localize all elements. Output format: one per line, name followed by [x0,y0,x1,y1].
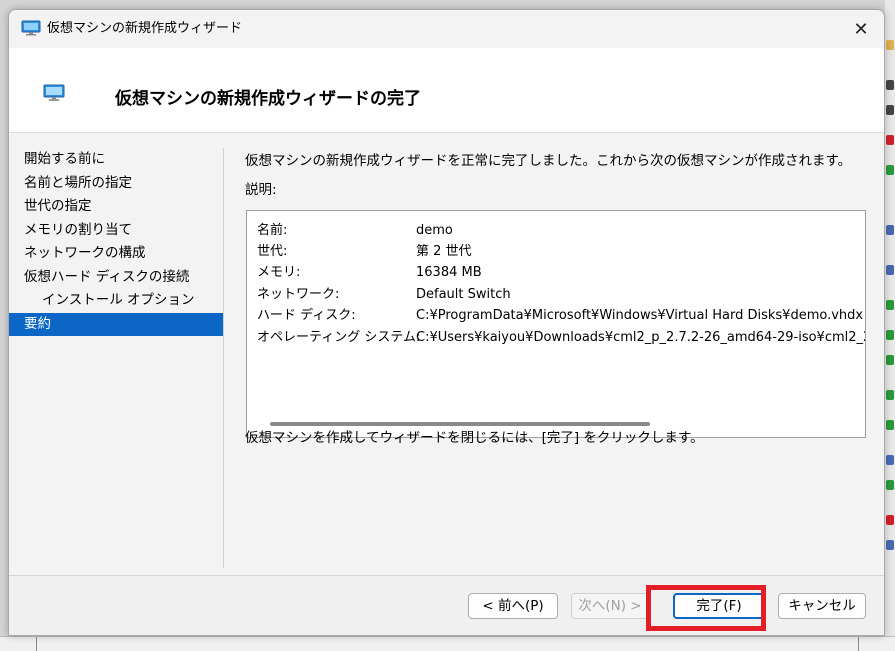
nav-item-generation[interactable]: 世代の指定 [9,195,223,219]
nav-item-networking[interactable]: ネットワークの構成 [9,242,223,266]
nav-divider [223,148,224,568]
summary-key: ネットワーク: [257,287,340,302]
title-bar: 仮想マシンの新規作成ウィザード ✕ [9,10,884,48]
nav-item-memory[interactable]: メモリの割り当て [9,219,223,243]
scrollbar-thumb[interactable] [270,422,650,426]
nav-item-name-location[interactable]: 名前と場所の指定 [9,172,223,196]
summary-value: C:¥Users¥kaiyou¥Downloads¥cml2_p_2.7.2-2… [416,330,866,345]
back-button[interactable]: < 前へ(P) [468,593,558,619]
close-button[interactable]: ✕ [838,10,884,48]
summary-value: Default Switch [416,287,511,302]
virtual-machine-icon [21,20,41,36]
summary-key: メモリ: [257,265,301,280]
wizard-window: 仮想マシンの新規作成ウィザード ✕ 仮想マシンの新規作成ウィザードの完了 開始す… [8,9,885,636]
nav-item-summary[interactable]: 要約 [9,312,223,336]
completion-message: 仮想マシンの新規作成ウィザードを正常に完了しました。これから次の仮想マシンが作成… [245,153,852,169]
window-title: 仮想マシンの新規作成ウィザード [47,21,243,36]
summary-value: 第 2 世代 [416,244,472,259]
page-title: 仮想マシンの新規作成ウィザードの完了 [115,89,421,109]
close-icon: ✕ [853,18,869,40]
desktop-edge [885,0,895,650]
finish-instruction: 仮想マシンを作成してウィザードを閉じるには、[完了] をクリックします。 [245,430,704,446]
summary-value: 16384 MB [416,265,482,280]
wizard-steps-nav: 開始する前に 名前と場所の指定 世代の指定 メモリの割り当て ネットワークの構成… [9,148,223,336]
summary-key: ハード ディスク: [257,308,356,323]
summary-key: オペレーティング システム: [257,330,421,345]
nav-item-installation-options[interactable]: インストール オプション [9,289,223,313]
summary-key: 世代: [257,244,288,259]
summary-value: C:¥ProgramData¥Microsoft¥Windows¥Virtual… [416,308,865,323]
virtual-machine-icon [43,84,65,102]
summary-key: 名前: [257,223,288,238]
cancel-button[interactable]: キャンセル [778,593,866,619]
wizard-header: 仮想マシンの新規作成ウィザードの完了 [9,48,884,133]
finish-button-highlight [646,585,766,631]
nav-item-virtual-hard-disk[interactable]: 仮想ハード ディスクの接続 [9,266,223,290]
summary-value: demo [416,223,453,238]
nav-item-before-you-begin[interactable]: 開始する前に [9,148,223,172]
summary-list[interactable]: 名前: demo 世代: 第 2 世代 メモリ: 16384 MB ネットワーク… [246,210,866,438]
description-label: 説明: [245,182,277,198]
next-button[interactable]: 次へ(N) > [571,593,649,619]
desktop-bottom [0,636,895,651]
